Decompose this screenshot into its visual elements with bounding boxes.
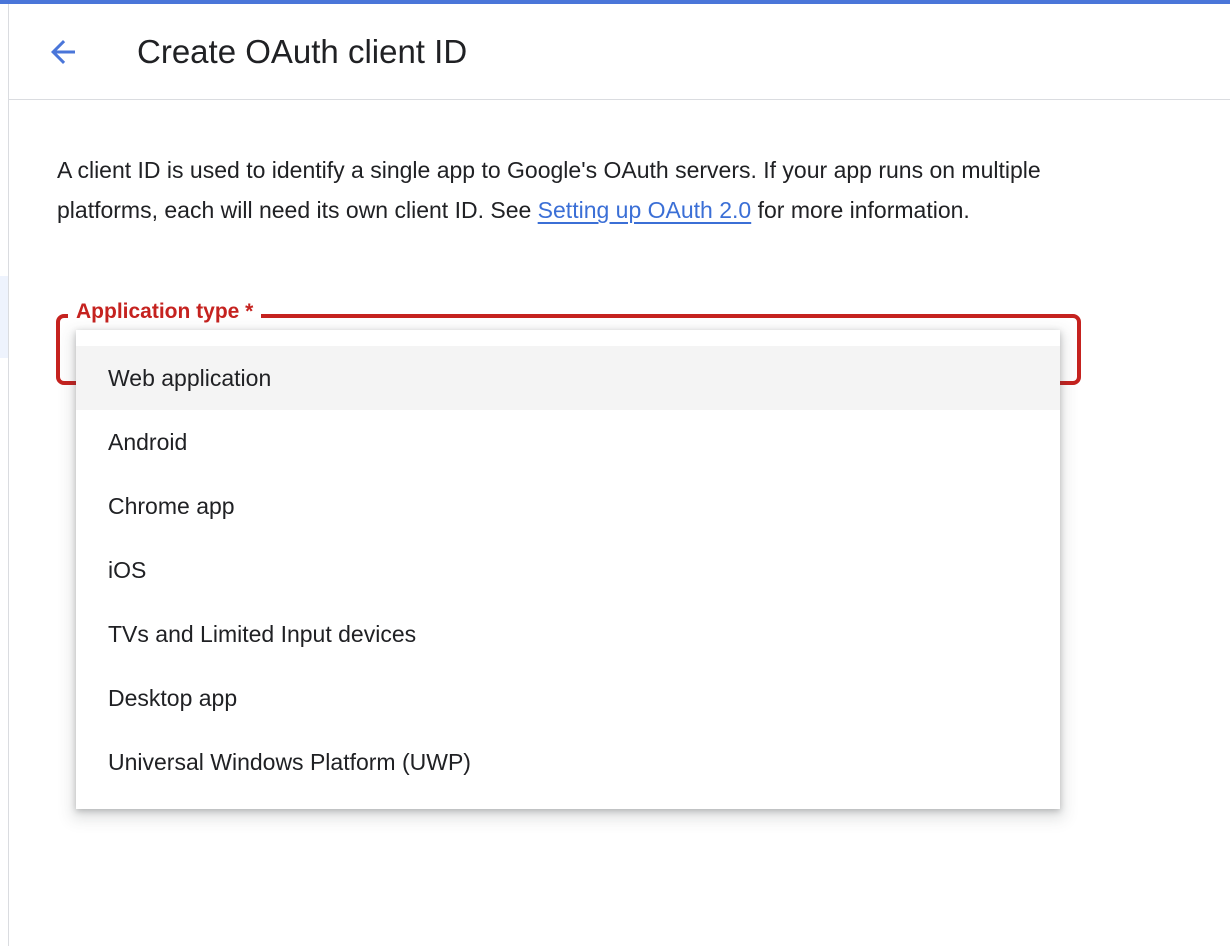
option-uwp[interactable]: Universal Windows Platform (UWP) xyxy=(76,730,1060,794)
create-oauth-client-page: Create OAuth client ID A client ID is us… xyxy=(0,0,1230,946)
option-android[interactable]: Android xyxy=(76,410,1060,474)
option-chrome-app[interactable]: Chrome app xyxy=(76,474,1060,538)
intro-text-end: for more information. xyxy=(751,197,970,223)
left-nav-divider xyxy=(8,4,9,946)
intro-paragraph: A client ID is used to identify a single… xyxy=(57,150,1097,230)
page-header: Create OAuth client ID xyxy=(9,4,1230,100)
arrow-back-icon xyxy=(51,40,75,64)
application-type-label: Application type * xyxy=(68,298,262,326)
option-web-application[interactable]: Web application xyxy=(76,346,1060,410)
application-type-dropdown: Web application Android Chrome app iOS T… xyxy=(76,330,1060,809)
option-tvs-limited-input[interactable]: TVs and Limited Input devices xyxy=(76,602,1060,666)
option-ios[interactable]: iOS xyxy=(76,538,1060,602)
setting-up-oauth-link[interactable]: Setting up OAuth 2.0 xyxy=(538,197,752,223)
left-nav-highlight xyxy=(0,276,8,358)
page-title: Create OAuth client ID xyxy=(137,33,468,70)
option-desktop-app[interactable]: Desktop app xyxy=(76,666,1060,730)
back-button[interactable] xyxy=(39,28,87,76)
